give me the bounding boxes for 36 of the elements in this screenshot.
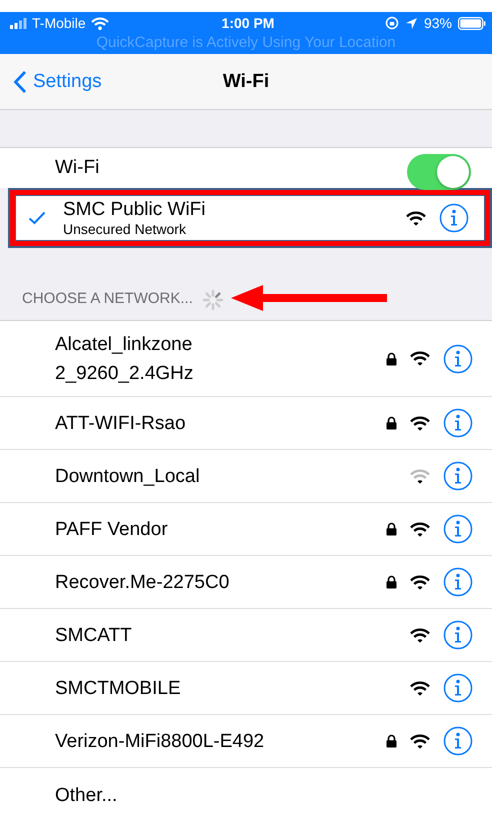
info-button[interactable] [439,203,469,233]
loading-spinner-icon [200,288,225,312]
location-arrow-icon [404,16,418,30]
network-status: Unsecured Network [63,221,187,237]
info-button[interactable] [443,408,473,438]
info-button[interactable] [443,344,473,374]
info-button[interactable] [443,461,473,491]
signal-icon [10,18,27,28]
network-name[interactable]: Alcatel_linkzone 2_9260_2.4GHz [55,330,255,388]
network-name[interactable]: PAFF Vendor [55,514,168,544]
network-name[interactable]: Recover.Me-2275C0 [55,568,230,596]
section-header: CHOOSE A NETWORK... [22,289,193,309]
carrier-name: T-Mobile [32,15,86,31]
battery-icon [458,16,486,30]
network-name[interactable]: Downtown_Local [55,462,200,490]
network-name[interactable]: Verizon-MiFi8800L-E492 [55,726,264,756]
connected-network-row[interactable]: SMC Public WiFi Unsecured Network [15,195,485,241]
network-name[interactable]: SMCATT [55,620,132,650]
other-network[interactable]: Other... [55,781,118,810]
page-title: Wi-Fi [222,70,270,92]
network-name[interactable]: SMCTMOBILE [55,674,181,702]
info-button[interactable] [443,726,473,756]
wifi-toggle[interactable] [407,154,471,190]
wifi-label: Wi-Fi [55,157,100,179]
battery-percent: 93% [424,15,452,31]
info-button[interactable] [443,620,473,650]
clock-time: 1:00 PM [222,15,274,31]
info-button[interactable] [443,514,473,544]
network-name: SMC Public WiFi [63,199,207,221]
rotation-lock-icon [384,16,399,30]
info-button[interactable] [443,567,473,597]
network-name[interactable]: ATT-WIFI-Rsao [55,408,186,438]
chevron-left-icon [13,70,27,94]
wifi-icon [90,16,109,30]
info-button[interactable] [443,673,473,703]
back-button[interactable]: Settings [0,70,102,94]
